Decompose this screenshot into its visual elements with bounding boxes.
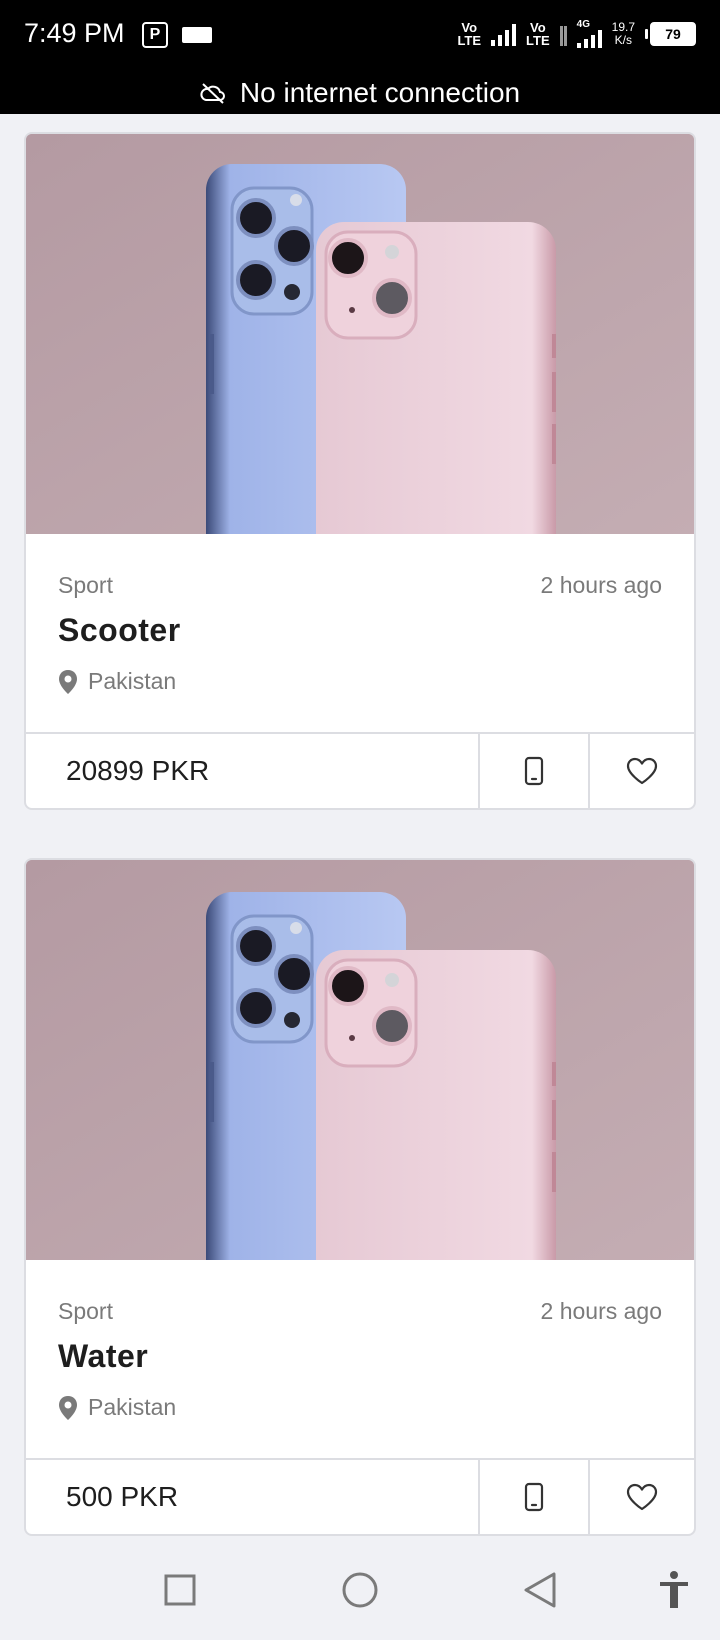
listing-price: 500 PKR bbox=[66, 1481, 179, 1512]
listing-image[interactable] bbox=[26, 134, 694, 534]
listing-location: Pakistan bbox=[58, 1394, 176, 1421]
status-time: 7:49 PM bbox=[24, 18, 125, 48]
notification-icon bbox=[182, 27, 212, 43]
listing-title[interactable]: Water bbox=[58, 1338, 148, 1375]
accessibility-icon bbox=[660, 1571, 688, 1608]
listing-price: 20899 PKR bbox=[66, 755, 210, 786]
volte-icon: Vo LTE bbox=[457, 20, 482, 48]
listing-location-text: Pakistan bbox=[88, 668, 177, 694]
back-button[interactable] bbox=[520, 1570, 560, 1615]
status-right-icons: Vo LTE Vo LTE 4G 19.7 K/s 79 bbox=[457, 20, 696, 48]
listing-location-text: Pakistan bbox=[88, 1394, 177, 1420]
phone-icon bbox=[524, 1482, 544, 1512]
speed-unit: K/s bbox=[614, 33, 632, 47]
heart-icon bbox=[626, 757, 658, 785]
listing-details: Sport 2 hours ago Scooter Pakistan bbox=[26, 534, 694, 734]
signal-icon-2 bbox=[576, 30, 602, 48]
volte-icon-2: Vo LTE bbox=[526, 20, 550, 48]
data-arrows-icon bbox=[559, 22, 567, 46]
listing-time: 2 hours ago bbox=[540, 572, 662, 598]
phone-icon bbox=[524, 756, 544, 786]
system-nav-bar bbox=[0, 1556, 720, 1640]
listing-category: Sport bbox=[58, 572, 113, 598]
offline-text: No internet connection bbox=[239, 77, 521, 108]
listing-card[interactable]: Sport 2 hours ago Water Pakistan 500 PKR bbox=[24, 858, 696, 1536]
status-bar: 7:49 PM P Vo LTE Vo LTE 4G 19.7 K/s 79 bbox=[0, 0, 720, 72]
signal-icon bbox=[491, 22, 517, 46]
recents-button[interactable] bbox=[160, 1570, 200, 1615]
favorite-button[interactable] bbox=[588, 1460, 694, 1534]
square-icon bbox=[164, 1574, 196, 1606]
listing-location: Pakistan bbox=[58, 668, 176, 695]
cloud-off-icon bbox=[200, 83, 225, 104]
network-type-label: 4G bbox=[576, 19, 590, 30]
home-button[interactable] bbox=[340, 1570, 380, 1615]
battery-nub bbox=[645, 29, 648, 39]
parking-icon: P bbox=[142, 22, 168, 48]
call-button[interactable] bbox=[478, 1460, 588, 1534]
listing-details: Sport 2 hours ago Water Pakistan bbox=[26, 1260, 694, 1460]
listing-title[interactable]: Scooter bbox=[58, 612, 181, 649]
triangle-back-icon bbox=[524, 1572, 556, 1608]
location-pin-icon bbox=[59, 1395, 77, 1420]
accessibility-button[interactable] bbox=[656, 1570, 692, 1615]
favorite-button[interactable] bbox=[588, 734, 694, 808]
offline-banner: No internet connection bbox=[0, 72, 720, 114]
location-pin-icon bbox=[59, 669, 77, 694]
listing-category: Sport bbox=[58, 1298, 113, 1324]
listing-card[interactable]: Sport 2 hours ago Scooter Pakistan 20899… bbox=[24, 132, 696, 810]
call-button[interactable] bbox=[478, 734, 588, 808]
circle-icon bbox=[342, 1572, 378, 1608]
listing-footer: 20899 PKR bbox=[26, 732, 694, 808]
signal-4g: 4G bbox=[576, 19, 602, 48]
listing-image[interactable] bbox=[26, 860, 694, 1260]
listing-time: 2 hours ago bbox=[540, 1298, 662, 1324]
heart-icon bbox=[626, 1483, 658, 1511]
listing-footer: 500 PKR bbox=[26, 1458, 694, 1534]
status-left-icons: P bbox=[142, 22, 212, 48]
network-speed: 19.7 K/s bbox=[612, 21, 635, 47]
battery-icon: 79 bbox=[645, 22, 696, 46]
battery-level: 79 bbox=[650, 22, 696, 46]
